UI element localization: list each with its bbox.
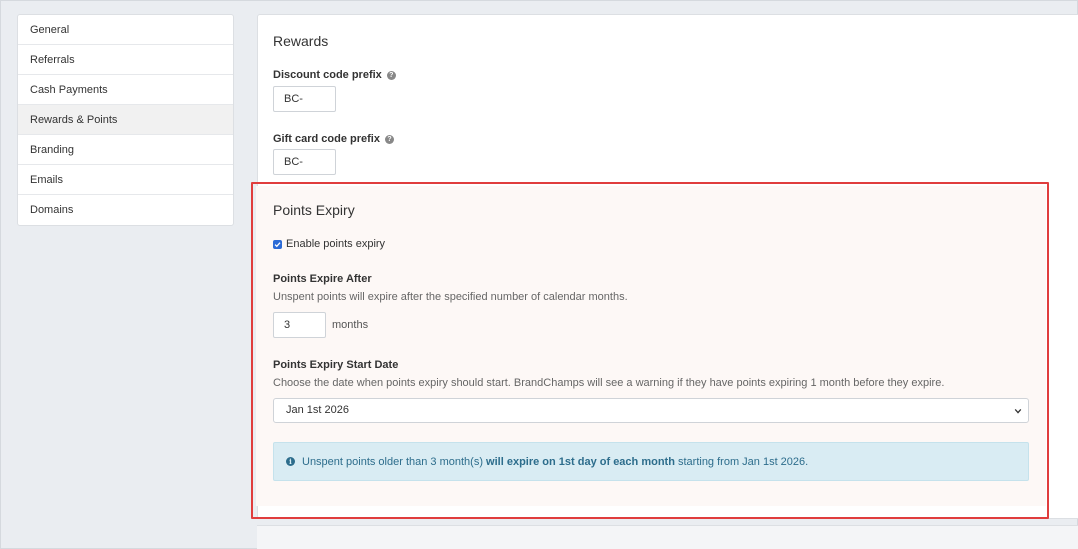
points-expire-after-help: Unspent points will expire after the spe… <box>273 291 628 303</box>
discount-code-prefix-input[interactable] <box>273 86 336 112</box>
enable-points-expiry-label: Enable points expiry <box>286 238 386 250</box>
rewards-section-title: Rewards <box>273 33 329 49</box>
gift-card-code-label: Gift card code prefix ? <box>273 133 394 145</box>
alert-text-bold: will expire on 1st day of each month <box>486 455 675 468</box>
alert-text: Unspent points older than 3 month(s) wil… <box>302 456 808 468</box>
expiry-info-alert: i Unspent points older than 3 month(s) w… <box>273 442 1029 481</box>
discount-code-label-text: Discount code prefix <box>273 69 382 81</box>
points-expire-after-label: Points Expire After <box>273 273 372 285</box>
sidebar-item-emails[interactable]: Emails <box>18 165 233 195</box>
gift-card-code-label-text: Gift card code prefix <box>273 133 380 145</box>
alert-text-prefix: Unspent points older than 3 month(s) <box>302 455 487 468</box>
points-expiry-start-date-help: Choose the date when points expiry shoul… <box>273 377 945 389</box>
enable-points-expiry-row[interactable]: Enable points expiry <box>273 238 385 250</box>
enable-points-expiry-checkbox[interactable] <box>273 239 282 249</box>
expiry-start-date-select[interactable]: Jan 1st 2026 <box>273 398 1029 423</box>
alert-text-suffix: starting from Jan 1st 2026. <box>674 455 809 468</box>
gift-card-code-prefix-input[interactable] <box>273 149 336 175</box>
settings-sidebar: General Referrals Cash Payments Rewards … <box>17 14 234 226</box>
panel-lower-strip <box>257 525 1078 549</box>
sidebar-item-cash-payments[interactable]: Cash Payments <box>18 75 233 105</box>
chevron-down-icon <box>1014 408 1022 414</box>
points-expiry-start-date-label: Points Expiry Start Date <box>273 359 399 371</box>
sidebar-item-domains[interactable]: Domains <box>18 195 233 225</box>
info-icon: i <box>286 457 295 466</box>
sidebar-item-general[interactable]: General <box>18 15 233 45</box>
discount-code-label: Discount code prefix ? <box>273 69 396 81</box>
help-icon[interactable]: ? <box>384 134 394 144</box>
help-icon[interactable]: ? <box>386 70 396 80</box>
checkmark-icon <box>274 241 281 247</box>
sidebar-item-branding[interactable]: Branding <box>18 135 233 165</box>
sidebar-item-referrals[interactable]: Referrals <box>18 45 233 75</box>
months-unit-label: months <box>332 319 369 331</box>
expiry-start-date-selected: Jan 1st 2026 <box>286 404 349 416</box>
points-expiry-title: Points Expiry <box>273 202 355 218</box>
months-input[interactable] <box>273 312 326 338</box>
sidebar-item-rewards-points[interactable]: Rewards & Points <box>18 105 233 135</box>
